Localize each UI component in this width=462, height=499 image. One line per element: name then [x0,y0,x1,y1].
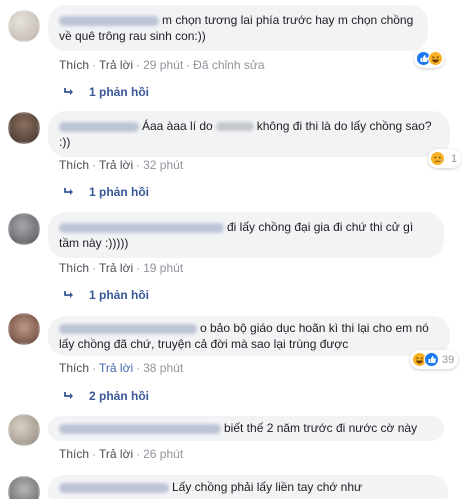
comment-bubble: Áaa àaa lí do không đi thi là do lấy chồn… [48,111,450,157]
comment-actions: Thích · Trả lời · 38 phút [59,361,184,375]
haha-icon [428,51,443,66]
comment-text: đi lấy chồng đại gia đi chứ thi cử gì [227,220,414,234]
comment-text: về quê trông rau sinh con:)) [59,29,206,43]
avatar[interactable] [8,112,40,144]
avatar[interactable] [8,414,40,446]
replies-count[interactable]: 2 phản hồi [89,389,149,403]
timestamp[interactable]: 26 phút [143,447,183,461]
replies-count[interactable]: 1 phản hồi [89,288,149,302]
comment-text: Lấy chồng phải lấy liền tay chớ như [172,480,363,494]
comment-bubble: m chọn tương lai phía trước hay m chọn c… [48,5,428,51]
comment-text: tầm này :))))) [59,236,129,250]
comment-text: :)) [59,135,71,149]
avatar[interactable] [8,213,40,245]
avatar[interactable] [8,476,40,499]
comment-bubble: đi lấy chồng đại gia đi chứ thi cử gì tầ… [48,212,444,258]
view-replies-link[interactable]: 1 phản hồi [63,85,149,99]
reply-arrow-icon [64,88,73,95]
view-replies-link[interactable]: 2 phản hồi [63,389,149,403]
reaction-count: 1 [451,152,458,165]
comment-actions: Thích · Trả lời · 32 phút [59,158,184,172]
reply-arrow-icon [64,392,73,399]
comment-actions: Thích · Trả lời · 26 phút [59,447,184,461]
timestamp[interactable]: 29 phút [143,58,183,72]
comment-text: Áaa àaa lí do [142,119,213,133]
edited-label[interactable]: Đã chỉnh sửa [193,58,264,72]
timestamp[interactable]: 38 phút [143,361,183,375]
author-name[interactable] [59,482,169,493]
reply-link[interactable]: Trả lời [99,158,133,172]
reply-arrow-icon [64,188,73,195]
timestamp[interactable]: 19 phút [143,261,183,275]
comment-bubble: biết thế 2 năm trước đi nước cờ này [48,416,444,441]
like-link[interactable]: Thích [59,361,89,375]
comment-text: biết thế 2 năm trước đi nước cờ này [224,421,418,435]
reaction-count: 39 [442,353,455,366]
replies-count[interactable]: 1 phản hồi [89,85,149,99]
comment-text: không đi thi là do lấy chồng sao? [256,119,432,133]
view-replies-link[interactable]: 1 phản hồi [63,185,149,199]
comment-actions: Thích · Trả lời · 29 phút · Đã chỉnh sửa [59,58,265,72]
avatar[interactable] [8,313,40,345]
comment-bubble: o bảo bộ giáo dục hoãn kì thi lại cho em… [48,316,450,356]
reply-link[interactable]: Trả lời [99,447,133,461]
reactions-summary[interactable] [414,49,444,68]
like-link[interactable]: Thích [59,261,89,275]
comment-text: lấy chồng đã chứ, truyện cả đời mà sao l… [59,337,349,351]
author-name[interactable] [59,423,221,434]
view-replies-link[interactable]: 1 phản hồi [63,288,149,302]
replies-count[interactable]: 1 phản hồi [89,185,149,199]
reply-link[interactable]: Trả lời [99,261,133,275]
comment-text: m chọn tương lai phía trước hay m chọn c… [162,13,414,27]
reply-link[interactable]: Trả lời [99,58,133,72]
comment-actions: Thích · Trả lời · 19 phút [59,261,184,275]
like-link[interactable]: Thích [59,447,89,461]
avatar[interactable] [8,10,40,42]
author-name[interactable] [59,222,224,233]
author-name[interactable] [59,15,159,26]
reply-arrow-icon [64,291,73,298]
sad-icon [430,151,445,166]
like-link[interactable]: Thích [59,58,89,72]
reactions-summary[interactable]: 39 [410,350,459,369]
reactions-summary[interactable]: 1 [428,149,462,168]
timestamp[interactable]: 32 phút [143,158,183,172]
like-link[interactable]: Thích [59,158,89,172]
like-icon [424,352,439,367]
reply-link[interactable]: Trả lời [99,361,133,375]
author-name[interactable] [59,323,197,334]
author-name[interactable] [59,121,139,132]
comment-text: o bảo bộ giáo dục hoãn kì thi lại cho em… [200,321,429,335]
comment-bubble: Lấy chồng phải lấy liền tay chớ như [48,475,448,499]
redacted-text [215,122,254,132]
